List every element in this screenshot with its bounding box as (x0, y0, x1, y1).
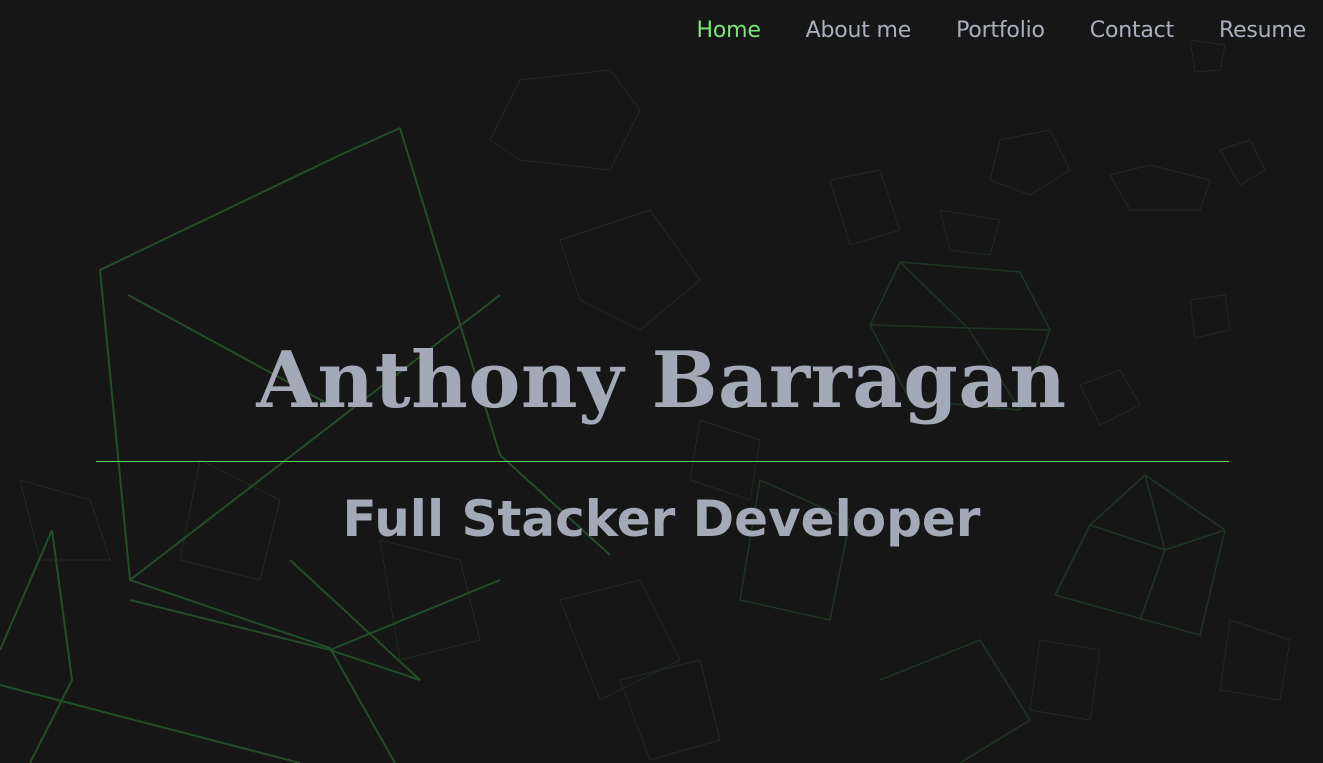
nav-about-link[interactable]: About me (806, 18, 912, 43)
hero-divider (96, 461, 1229, 462)
main-nav: Home About me Portfolio Contact Resume (697, 18, 1307, 43)
nav-resume-link[interactable]: Resume (1219, 18, 1306, 43)
nav-portfolio-link[interactable]: Portfolio (956, 18, 1045, 43)
nav-contact-link[interactable]: Contact (1090, 18, 1174, 43)
nav-home-link[interactable]: Home (697, 18, 761, 43)
hero-title: Anthony Barragan (256, 335, 1067, 426)
hero-subtitle: Full Stacker Developer (342, 490, 981, 548)
